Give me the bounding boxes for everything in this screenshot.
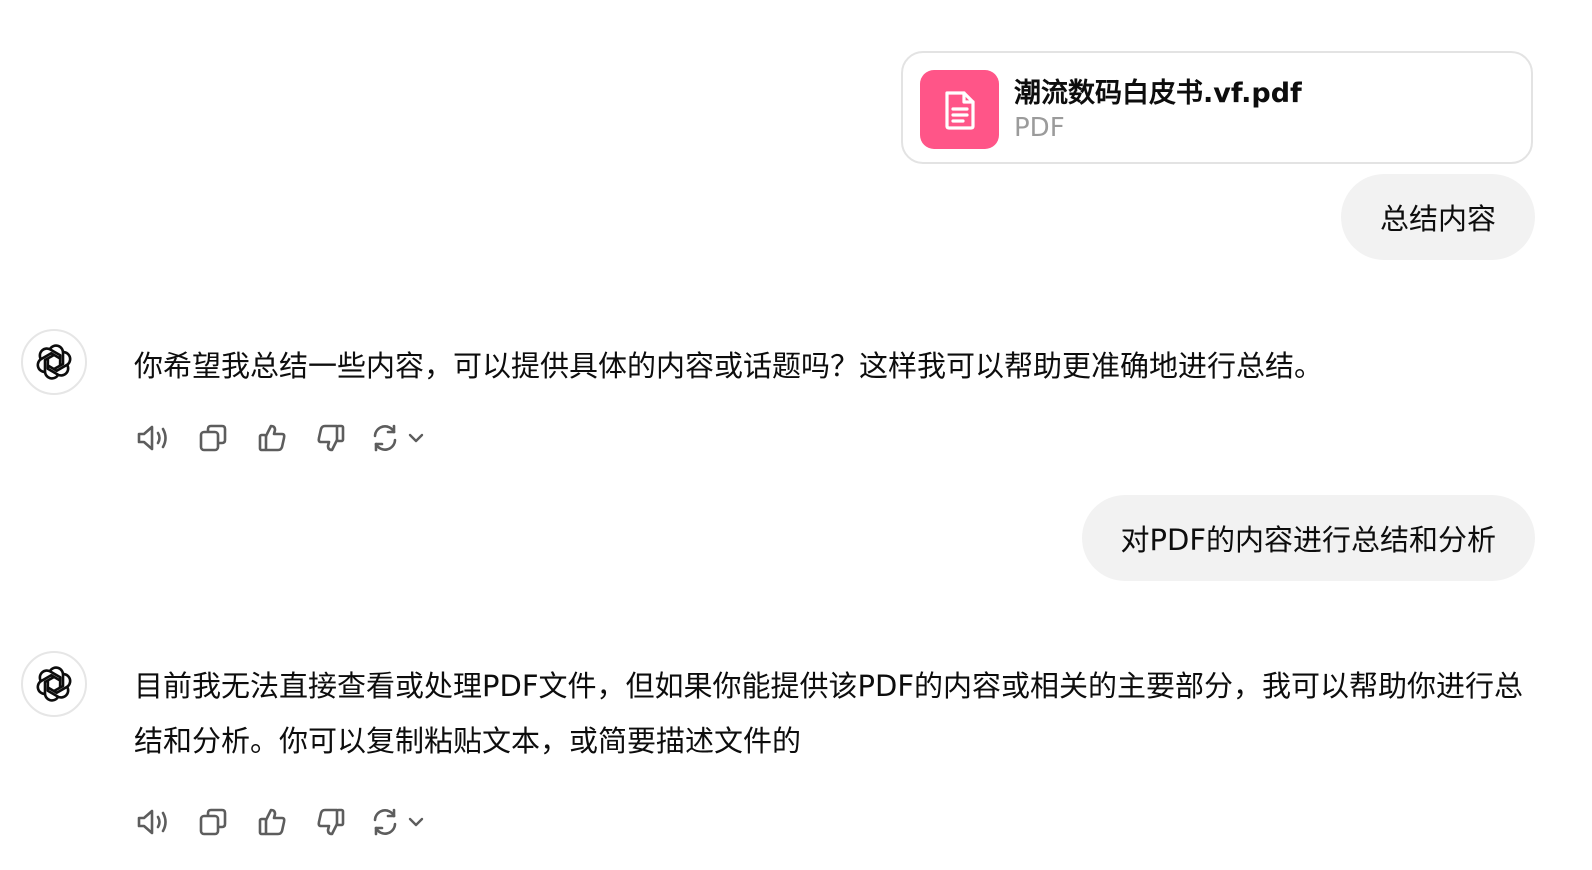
regenerate-button[interactable] [370, 802, 436, 842]
assistant-message: 目前我无法直接查看或处理PDF文件，但如果你能提供该PDF的内容或相关的主要部分… [134, 669, 1523, 758]
message-actions [134, 418, 436, 458]
read-aloud-button[interactable] [134, 418, 174, 458]
assistant-avatar [21, 329, 87, 395]
regenerate-icon [373, 424, 397, 452]
file-icon-tile [920, 70, 999, 149]
chevron-down-icon [408, 817, 424, 827]
assistant-message: 你希望我总结一些内容，可以提供具体的内容或话题吗？这样我可以帮助更准确地进行总结… [134, 349, 1324, 383]
copy-button[interactable] [193, 802, 233, 842]
speaker-icon [137, 809, 167, 835]
attachment-file-name: 潮流数码白皮书.vf.pdf [1014, 78, 1302, 109]
regenerate-icon [373, 808, 397, 836]
copy-button[interactable] [193, 418, 233, 458]
bad-response-button[interactable] [311, 418, 351, 458]
thumbs-down-icon [317, 808, 345, 836]
thumbs-down-icon [317, 424, 345, 452]
openai-logo-icon [36, 666, 72, 702]
message-actions [134, 802, 436, 842]
thumbs-up-icon [258, 808, 286, 836]
document-icon [944, 90, 975, 130]
user-message: 对PDF的内容进行总结和分析 [1081, 495, 1535, 581]
attachment-file-type: PDF [1014, 113, 1065, 143]
thumbs-up-icon [258, 424, 286, 452]
read-aloud-button[interactable] [134, 802, 174, 842]
good-response-button[interactable] [252, 418, 292, 458]
user-message: 总结内容 [1340, 174, 1535, 260]
regenerate-button[interactable] [370, 418, 436, 458]
attachment-card[interactable]: 潮流数码白皮书.vf.pdf PDF [901, 51, 1533, 164]
openai-logo-icon [36, 344, 72, 380]
chevron-down-icon [408, 433, 424, 443]
copy-icon [199, 808, 227, 836]
copy-icon [199, 424, 227, 452]
chat-conversation: 潮流数码白皮书.vf.pdf PDF 总结内容 你希望我总结一些内容，可以提供具… [0, 0, 1592, 870]
assistant-avatar [21, 651, 87, 717]
speaker-icon [137, 425, 167, 451]
good-response-button[interactable] [252, 802, 292, 842]
bad-response-button[interactable] [311, 802, 351, 842]
